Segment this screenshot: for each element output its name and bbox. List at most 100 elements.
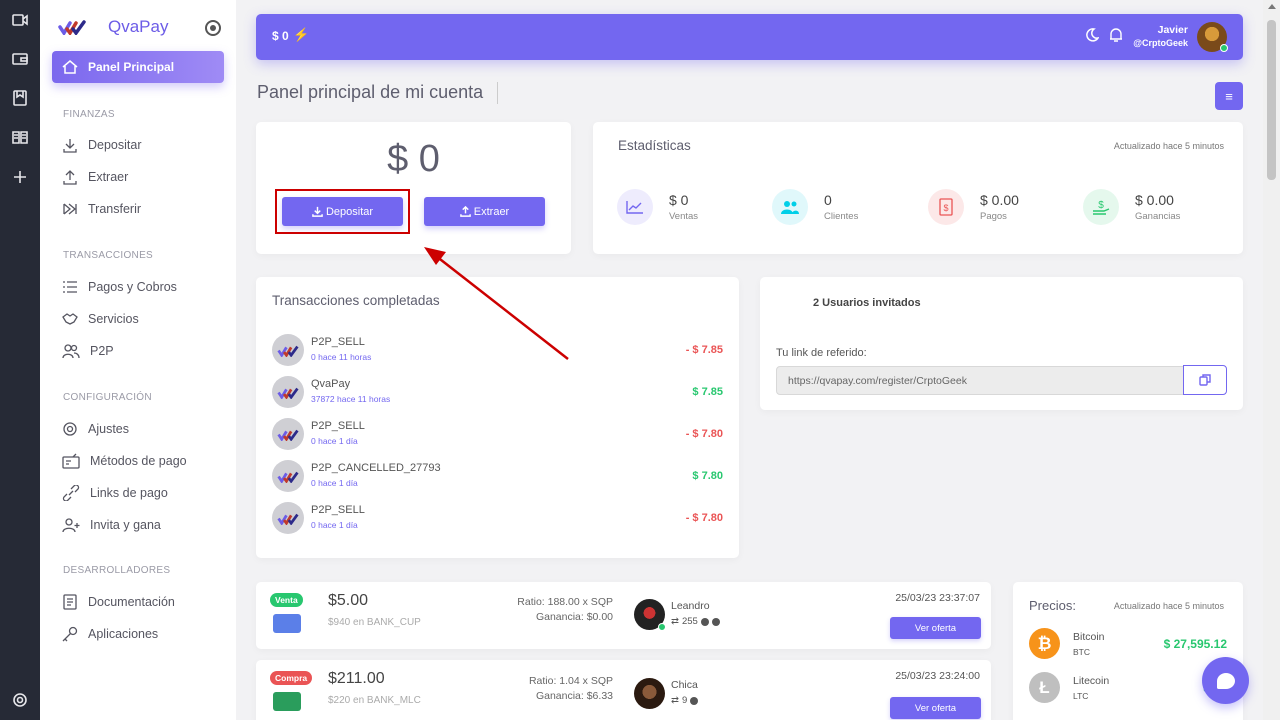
scroll-up-icon[interactable] xyxy=(1268,4,1276,9)
prices-title: Precios: xyxy=(1029,598,1076,613)
sidebar-item-label: Invita y gana xyxy=(90,518,161,532)
scrollbar-thumb[interactable] xyxy=(1267,20,1276,180)
transaction-name: P2P_SELL xyxy=(311,336,365,348)
sidebar-item-documentacion[interactable]: Documentación xyxy=(62,592,175,612)
sidebar-item-links[interactable]: Links de pago xyxy=(62,483,168,503)
referral-link-field[interactable] xyxy=(776,366,1186,395)
copy-link-button[interactable] xyxy=(1183,365,1227,395)
cash-icon xyxy=(273,692,301,711)
stats-updated: Actualizado hace 5 minutos xyxy=(1113,141,1224,151)
moon-icon[interactable] xyxy=(1085,28,1099,42)
app-name: QvaPay xyxy=(108,17,169,36)
sidebar-item-invita[interactable]: Invita y gana xyxy=(62,515,161,535)
sidebar-item-transferir[interactable]: Transferir xyxy=(62,199,141,219)
user-handle[interactable]: @CrptoGeek xyxy=(1133,38,1188,48)
withdraw-button[interactable]: Extraer xyxy=(424,197,545,226)
wallet-icon[interactable] xyxy=(10,49,30,69)
navbar-balance: $ 0 xyxy=(272,29,289,43)
qvapay-avatar-icon xyxy=(272,418,304,450)
stat-pagos: $ $ 0.00 Pagos xyxy=(928,189,1019,225)
view-offer-button[interactable]: Ver oferta xyxy=(890,697,981,719)
offer-amount: $5.00 xyxy=(328,592,369,609)
referral-card: 2 Usuarios invitados Tu link de referido… xyxy=(760,277,1243,410)
sidebar-item-aplicaciones[interactable]: Aplicaciones xyxy=(62,624,158,644)
trader-name[interactable]: Chica xyxy=(671,679,698,691)
sidebar-item-panel-principal[interactable]: Panel Principal xyxy=(52,51,224,83)
gear-icon[interactable] xyxy=(10,690,30,710)
offer-date: 25/03/23 23:24:00 xyxy=(895,670,980,682)
book-icon[interactable] xyxy=(10,127,30,147)
transaction-row[interactable]: QvaPay 37872 hace 11 horas $ 7.85 xyxy=(272,376,723,408)
offer-amount: $211.00 xyxy=(328,670,385,687)
verified-icon xyxy=(690,696,699,705)
view-offer-button[interactable]: Ver oferta xyxy=(890,617,981,639)
stats-title: Estadísticas xyxy=(618,138,691,153)
top-navbar: $ 0 ⚡ Javier @CrptoGeek xyxy=(256,14,1243,60)
transaction-row[interactable]: P2P_CANCELLED_27793 0 hace 1 día $ 7.80 xyxy=(272,460,723,492)
prices-card: Precios: Actualizado hace 5 minutos ₿ Bi… xyxy=(1013,582,1243,720)
offer-ganancia: Ganancia: $0.00 xyxy=(535,611,613,623)
transaction-row[interactable]: P2P_SELL 0 hace 11 horas - $ 7.85 xyxy=(272,334,723,366)
bitcoin-icon: ₿ xyxy=(1029,628,1060,659)
sidebar-item-label: Métodos de pago xyxy=(90,454,187,468)
coin-name: Litecoin xyxy=(1073,675,1110,687)
transaction-meta: 37872 hace 11 horas xyxy=(311,394,391,404)
trending-up-icon xyxy=(617,189,653,225)
sidebar-item-metodos[interactable]: Métodos de pago xyxy=(62,451,187,471)
qvapay-avatar-icon xyxy=(272,460,304,492)
sidebar-item-depositar[interactable]: Depositar xyxy=(62,135,142,155)
stat-value: $ 0.00 xyxy=(1135,192,1174,208)
stat-value: 0 xyxy=(824,192,832,208)
copy-icon xyxy=(1199,374,1211,386)
target-icon[interactable] xyxy=(205,20,221,36)
scrollbar[interactable] xyxy=(1263,0,1280,720)
sidebar-item-servicios[interactable]: Servicios xyxy=(62,309,139,329)
user-plus-icon xyxy=(62,518,80,533)
payment-methods-icon xyxy=(62,453,80,469)
sidebar-item-label: Documentación xyxy=(88,595,175,609)
chat-button[interactable] xyxy=(1202,657,1249,704)
withdraw-button-label: Extraer xyxy=(473,205,510,218)
key-icon xyxy=(62,626,78,642)
bookmark-icon[interactable] xyxy=(10,88,30,108)
offer-ratio: Ratio: 1.04 x SQP xyxy=(528,675,613,687)
section-desarrolladores: DESARROLLADORES xyxy=(63,565,171,576)
transaction-row[interactable]: P2P_SELL 0 hace 1 día - $ 7.80 xyxy=(272,502,723,534)
transaction-row[interactable]: P2P_SELL 0 hace 1 día - $ 7.80 xyxy=(272,418,723,450)
sidebar-item-label: Aplicaciones xyxy=(88,627,159,641)
user-name[interactable]: Javier xyxy=(1158,24,1188,36)
menu-button[interactable]: ≡ xyxy=(1215,82,1243,110)
sidebar-item-ajustes[interactable]: Ajustes xyxy=(62,419,129,439)
trader-stats: ⇄ 255 xyxy=(671,616,720,627)
trader-name[interactable]: Leandro xyxy=(671,600,710,612)
telegram-icon xyxy=(700,617,709,626)
section-configuracion: CONFIGURACIÓN xyxy=(63,392,152,403)
home-icon xyxy=(62,60,78,74)
bell-icon[interactable] xyxy=(1108,27,1124,43)
sidebar-item-pagos[interactable]: Pagos y Cobros xyxy=(62,277,177,297)
account-balance: $ 0 xyxy=(387,138,440,180)
transactions-title: Transacciones completadas xyxy=(272,293,440,308)
p2p-offer-card: Venta $5.00 $940 en BANK_CUP Ratio: 188.… xyxy=(256,582,991,649)
hamburger-icon: ≡ xyxy=(1225,88,1233,104)
trade-count: 255 xyxy=(681,616,698,627)
page-title: Panel principal de mi cuenta xyxy=(257,82,484,102)
app-rail xyxy=(0,0,40,720)
repeat-icon: ⇄ xyxy=(671,616,679,627)
sidebar-item-extraer[interactable]: Extraer xyxy=(62,167,128,187)
sidebar-item-label: Pagos y Cobros xyxy=(88,280,177,294)
balance-card: $ 0 Depositar Extraer xyxy=(256,122,571,254)
coin-price: $ 27,595.12 xyxy=(1163,637,1227,651)
transaction-meta: 0 hace 1 día xyxy=(311,436,358,446)
qvapay-logo[interactable]: QvaPay xyxy=(58,17,168,37)
transaction-name: P2P_CANCELLED_27793 xyxy=(311,462,441,474)
stat-ventas: $ 0 Ventas xyxy=(617,189,698,225)
sidebar-item-p2p[interactable]: P2P xyxy=(62,341,114,361)
stat-label: Ventas xyxy=(669,211,699,222)
sidebar-item-label: P2P xyxy=(90,344,114,358)
offer-ratio: Ratio: 188.00 x SQP xyxy=(517,596,613,608)
add-icon[interactable] xyxy=(10,167,30,187)
video-icon[interactable] xyxy=(10,10,30,30)
users-icon xyxy=(772,189,808,225)
trader-avatar[interactable] xyxy=(634,678,665,709)
